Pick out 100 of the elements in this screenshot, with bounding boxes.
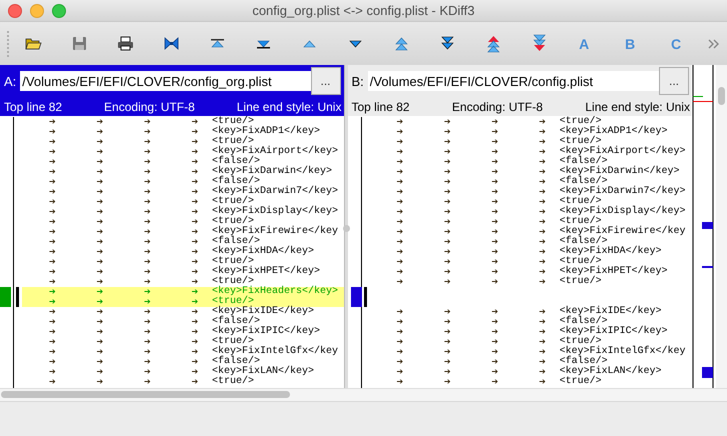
tab-mark: ➔ xyxy=(143,247,152,257)
close-button[interactable] xyxy=(8,4,22,18)
chevron-icon[interactable] xyxy=(708,38,719,48)
tab-mark: ➔ xyxy=(490,337,500,347)
tab-mark: ➔ xyxy=(190,207,200,217)
tab-mark: ➔ xyxy=(96,297,104,307)
tab-mark: ➔ xyxy=(443,317,452,327)
tab-mark: ➔ xyxy=(490,347,500,357)
tab-mark: ➔ xyxy=(190,337,200,347)
pane-label: A: xyxy=(4,74,16,88)
code-line: <key>FixHPET</key> xyxy=(560,267,668,277)
tab-mark: ➔ xyxy=(396,317,404,327)
tab-mark: ➔ xyxy=(190,287,200,297)
encoding-label: Encoding: UTF-8 xyxy=(452,100,543,114)
vertical-scrollbar[interactable] xyxy=(716,65,727,388)
browse-button[interactable]: ... xyxy=(310,67,340,95)
code-line: <key>FixDarwin7</key> xyxy=(560,187,686,197)
tab-mark: ➔ xyxy=(443,147,452,157)
code-line: <false/> xyxy=(212,177,260,187)
zoom-button[interactable] xyxy=(52,4,66,18)
tab-mark: ➔ xyxy=(538,217,547,227)
code-line: <key>FixFirewire</key xyxy=(212,227,338,237)
tab-mark: ➔ xyxy=(190,187,200,197)
tab-mark: ➔ xyxy=(143,187,152,197)
tab-mark: ➔ xyxy=(190,217,200,227)
tab-mark: ➔ xyxy=(190,317,200,327)
tab-mark: ➔ xyxy=(490,217,500,227)
tab-mark: ➔ xyxy=(96,207,104,217)
tab-mark: ➔ xyxy=(143,287,152,297)
tab-mark: ➔ xyxy=(396,147,404,157)
tab-mark: ➔ xyxy=(490,127,500,137)
minimize-button[interactable] xyxy=(30,4,44,18)
tab-mark: ➔ xyxy=(443,357,452,367)
tab-mark: ➔ xyxy=(490,177,500,187)
tab-mark: ➔ xyxy=(143,307,152,317)
code-line: <key>FixDarwin</key> xyxy=(560,167,680,177)
tab-mark: ➔ xyxy=(143,297,152,307)
tab-mark: ➔ xyxy=(443,337,452,347)
code-line: <false/> xyxy=(560,177,608,187)
tab-mark: ➔ xyxy=(396,267,404,277)
tab-mark: ➔ xyxy=(96,367,104,377)
code-line: <true/> xyxy=(560,277,602,287)
tab-mark: ➔ xyxy=(48,157,57,167)
code-line: <key>FixHeaders</key> xyxy=(212,287,338,297)
code-line: <key>FixIntelGfx</key xyxy=(560,347,686,357)
scrollbar-thumb[interactable] xyxy=(1,391,290,398)
tab-mark: ➔ xyxy=(538,277,547,287)
scrollbar-thumb[interactable] xyxy=(718,87,725,105)
tab-mark: ➔ xyxy=(48,307,57,317)
code-line: <false/> xyxy=(212,157,260,167)
tab-mark: ➔ xyxy=(490,277,500,287)
line-end-label: Line end style: Unix xyxy=(236,100,342,114)
tab-mark: ➔ xyxy=(538,367,547,377)
tab-mark: ➔ xyxy=(538,207,547,217)
tab-mark: ➔ xyxy=(443,367,452,377)
horizontal-scrollbar[interactable] xyxy=(0,388,727,401)
tab-mark: ➔ xyxy=(190,137,200,147)
tab-mark: ➔ xyxy=(443,217,452,227)
tab-mark: ➔ xyxy=(143,337,152,347)
tab-mark: ➔ xyxy=(143,347,152,357)
tab-mark: ➔ xyxy=(48,337,57,347)
code-line: <true/> xyxy=(212,117,254,127)
tab-mark: ➔ xyxy=(48,237,57,247)
tab-mark: ➔ xyxy=(538,267,547,277)
code-line: <true/> xyxy=(560,257,602,267)
tab-mark: ➔ xyxy=(490,377,500,387)
tab-mark: ➔ xyxy=(96,347,104,357)
file-path-field[interactable]: /Volumes/EFI/EFI/CLOVER/config.plist xyxy=(368,71,659,91)
code-line: <key>FixADP1</key> xyxy=(560,127,668,137)
tab-mark: ➔ xyxy=(96,167,104,177)
tab-mark: ➔ xyxy=(190,297,200,307)
tab-mark: ➔ xyxy=(96,287,104,297)
tab-mark: ➔ xyxy=(396,167,404,177)
tab-mark: ➔ xyxy=(443,207,452,217)
tab-mark: ➔ xyxy=(538,127,547,137)
tab-mark: ➔ xyxy=(443,377,452,387)
tab-mark: ➔ xyxy=(48,297,57,307)
file-path-field[interactable]: /Volumes/EFI/EFI/CLOVER/config_org.plist xyxy=(20,71,310,91)
browse-button[interactable]: ... xyxy=(659,67,689,95)
tab-mark: ➔ xyxy=(490,267,500,277)
tab-mark: ➔ xyxy=(443,177,452,187)
printer-icon[interactable] xyxy=(116,34,135,53)
tab-mark: ➔ xyxy=(96,227,104,237)
bowtie-icon[interactable] xyxy=(162,34,181,53)
tab-mark: ➔ xyxy=(143,257,152,267)
tab-mark: ➔ xyxy=(96,337,104,347)
tab-mark: ➔ xyxy=(143,327,152,337)
tab-mark: ➔ xyxy=(443,277,452,287)
splitter-handle[interactable] xyxy=(344,65,348,388)
tab-mark: ➔ xyxy=(190,197,200,207)
tab-mark: ➔ xyxy=(443,187,452,197)
tab-mark: ➔ xyxy=(143,177,152,187)
tab-mark: ➔ xyxy=(143,147,152,157)
tab-mark: ➔ xyxy=(443,167,452,177)
code-line: <key>FixIDE</key> xyxy=(212,307,314,317)
code-line: <true/> xyxy=(212,297,254,307)
tab-mark: ➔ xyxy=(96,267,104,277)
tab-mark: ➔ xyxy=(490,257,500,267)
tab-mark: ➔ xyxy=(396,377,404,387)
tab-mark: ➔ xyxy=(96,357,104,367)
